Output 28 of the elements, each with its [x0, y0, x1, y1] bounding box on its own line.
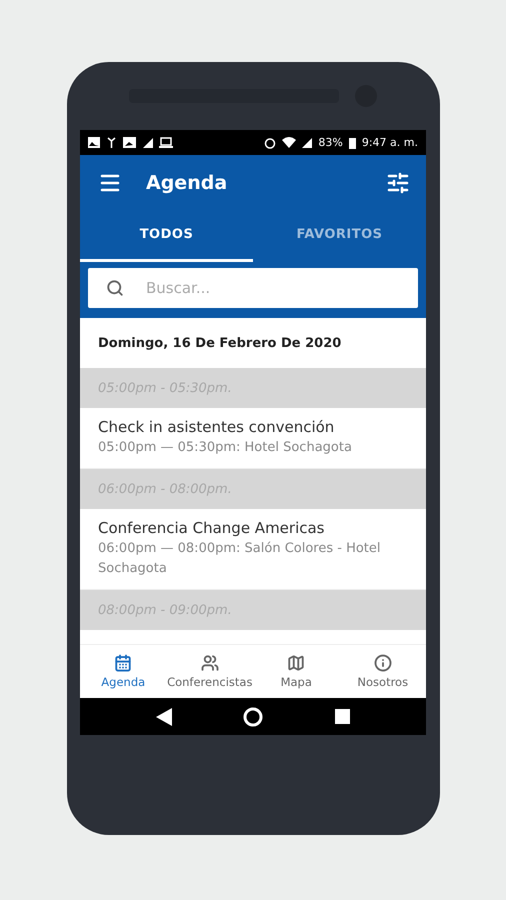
battery-level: 83% — [318, 136, 343, 149]
home-icon[interactable] — [243, 706, 264, 726]
event-detail: 05:00pm — 05:30pm: Hotel Sochagota — [98, 439, 353, 457]
back-icon[interactable] — [156, 708, 172, 726]
calendar-icon — [114, 654, 132, 672]
status-time: 9:47 a. m. — [362, 136, 418, 149]
search-icon — [106, 279, 124, 297]
event-title: Conferencia Change Americas — [98, 519, 326, 537]
recents-icon[interactable] — [335, 709, 350, 724]
app-title: Agenda — [146, 172, 228, 194]
date-heading: Domingo, 16 De Febrero De 2020 — [97, 334, 342, 352]
battery-icon — [348, 136, 356, 148]
people-icon — [200, 654, 219, 672]
signal-icon — [142, 137, 153, 148]
image-icon — [88, 137, 100, 148]
alarm-icon — [264, 136, 276, 148]
tab[interactable]: FAVORITOS — [253, 210, 426, 262]
info-icon — [374, 654, 392, 672]
search-field[interactable]: Buscar... — [88, 268, 418, 308]
event-detail: 06:00pm — 08:00pm: Salón Colores - Hotel Sochagota — [98, 540, 382, 578]
laptop-icon — [159, 137, 173, 148]
filter-icon[interactable] — [386, 170, 410, 194]
wifi-icon — [282, 137, 296, 148]
event-title: Check in asistentes convención — [98, 418, 336, 436]
image-icon — [123, 137, 136, 148]
signal-icon — [302, 138, 312, 148]
antenna-icon — [106, 137, 117, 148]
map-icon — [287, 654, 306, 672]
